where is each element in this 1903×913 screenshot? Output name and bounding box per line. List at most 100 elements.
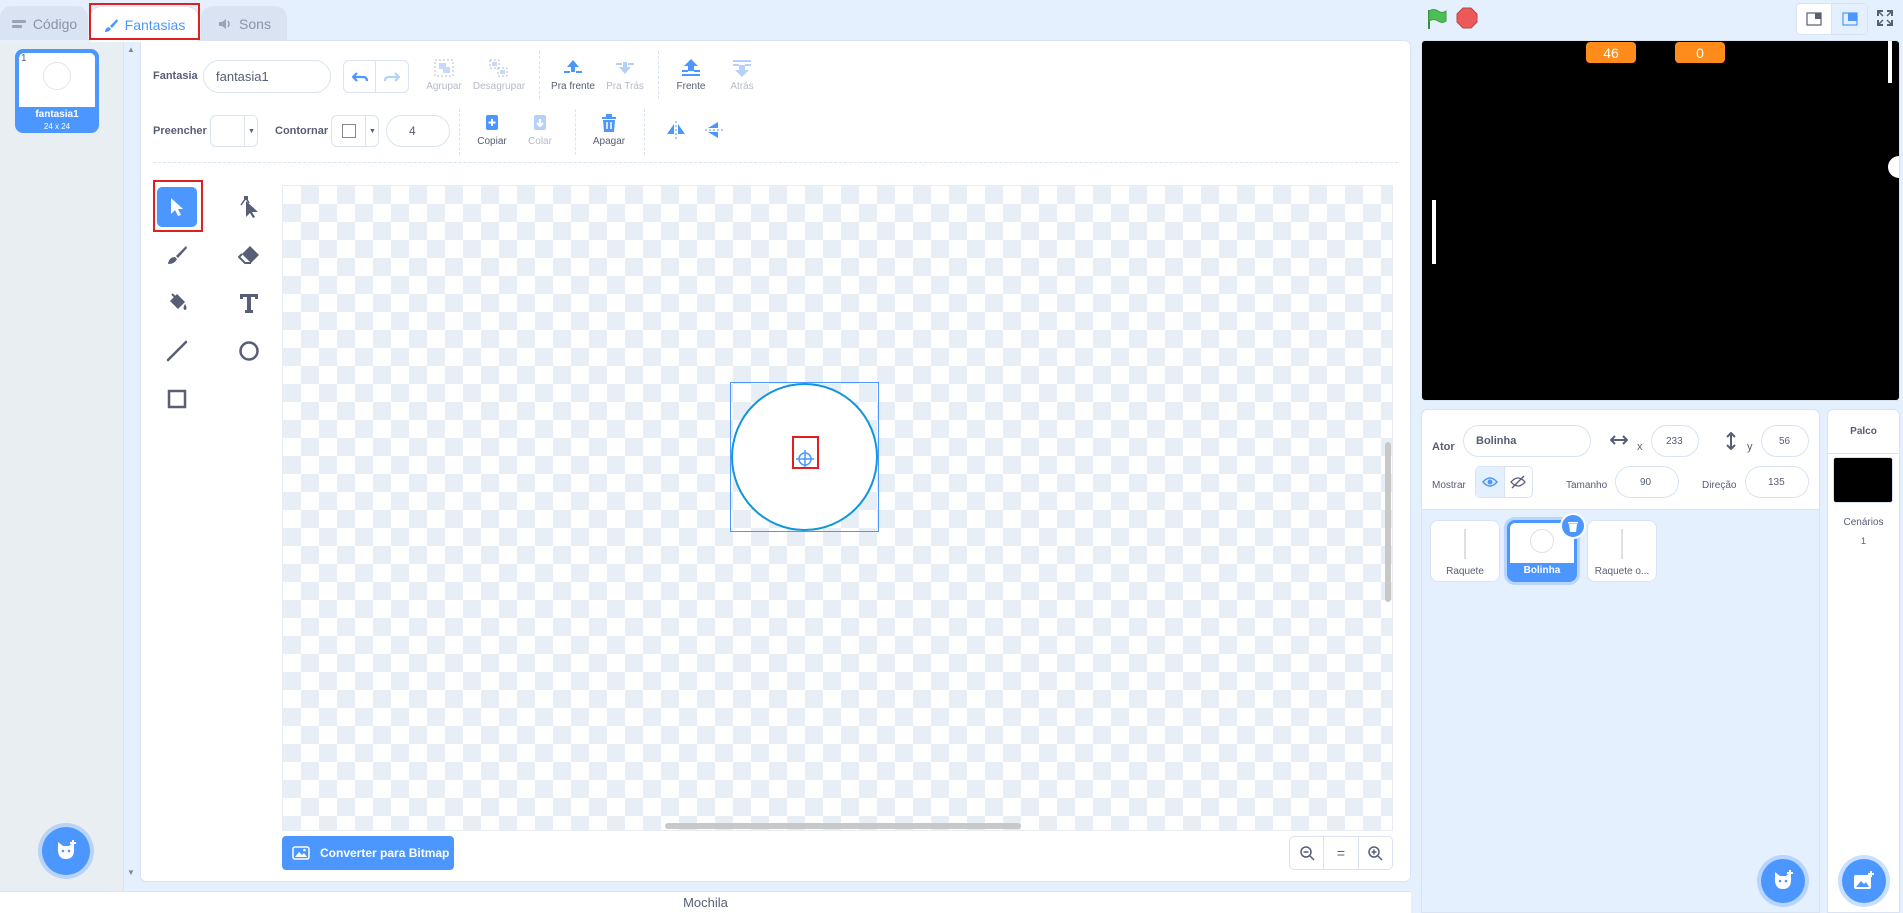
sprite-name-input[interactable]: Bolinha — [1463, 425, 1591, 457]
size-input[interactable]: 90 — [1615, 466, 1679, 498]
ball — [1888, 156, 1899, 178]
chevron-down-icon: ▼ — [369, 127, 376, 135]
costume-list-scrollbar[interactable] — [128, 44, 134, 874]
code-icon — [11, 18, 27, 30]
costume-list-scroll-down[interactable]: ▼ — [127, 868, 135, 877]
paint-editor: Fantasia fantasia1 Agrupar Desagrupar Pr… — [140, 40, 1411, 882]
x-input[interactable]: 233 — [1651, 425, 1699, 457]
trash-icon — [1567, 520, 1579, 532]
large-stage-button[interactable] — [1832, 4, 1867, 34]
costume-list: 1 fantasia1 24 x 24 — [0, 42, 124, 892]
delete-sprite-button[interactable] — [1560, 513, 1586, 539]
crosshair-icon[interactable] — [795, 449, 815, 469]
outline-width-input[interactable]: 4 — [386, 115, 450, 147]
backward-button[interactable]: Pra Trás — [601, 58, 649, 92]
costume-list-scroll-up[interactable]: ▲ — [127, 45, 135, 54]
sprite-tile-raquete[interactable]: Raquete — [1430, 520, 1500, 582]
canvas-horizontal-scrollbar[interactable] — [665, 823, 1021, 829]
paint-canvas[interactable] — [282, 185, 1393, 831]
score-monitor-left[interactable]: 46 — [1586, 42, 1636, 63]
stop-icon[interactable] — [1456, 7, 1478, 29]
undo-icon — [351, 70, 368, 84]
tab-sounds[interactable]: Sons — [201, 6, 287, 40]
reshape-icon — [238, 195, 260, 219]
sprite-thumb-circle — [1530, 529, 1554, 553]
rectangle-icon — [166, 388, 188, 410]
stage[interactable]: 46 0 — [1421, 40, 1900, 401]
paste-button[interactable]: Colar — [516, 113, 564, 147]
hide-button[interactable] — [1505, 467, 1533, 497]
ungroup-button[interactable]: Desagrupar — [471, 58, 527, 92]
front-icon — [680, 58, 702, 78]
costume-name-input[interactable]: fantasia1 — [203, 60, 331, 93]
large-stage-icon — [1841, 12, 1858, 26]
choose-backdrop-button[interactable] — [1842, 859, 1886, 903]
fullscreen-icon[interactable] — [1876, 9, 1894, 27]
group-button[interactable]: Agrupar — [420, 58, 468, 92]
zoom-reset-button[interactable]: = — [1324, 837, 1359, 869]
zoom-in-icon — [1367, 845, 1383, 861]
choose-sprite-button[interactable] — [1761, 859, 1805, 903]
tab-costumes[interactable]: Fantasias — [89, 6, 199, 42]
direction-input[interactable]: 135 — [1745, 466, 1809, 498]
brush-icon — [103, 17, 119, 33]
front-label: Frente — [676, 81, 706, 92]
copy-button[interactable]: Copiar — [468, 113, 516, 147]
convert-bitmap-label: Converter para Bitmap — [320, 846, 450, 860]
divider — [644, 109, 645, 155]
x-label: x — [1637, 441, 1643, 453]
horizontal-arrows-icon — [1610, 434, 1628, 446]
select-tool[interactable] — [157, 187, 197, 227]
eraser-icon — [238, 244, 260, 266]
y-input[interactable]: 56 — [1761, 425, 1809, 457]
sprite-tile-raquete-2[interactable]: Raquete o... — [1587, 520, 1657, 582]
zoom-in-button[interactable] — [1359, 837, 1392, 869]
redo-icon — [384, 70, 400, 84]
tab-code[interactable]: Código — [0, 6, 88, 40]
text-icon — [238, 292, 260, 314]
rectangle-tool[interactable] — [157, 379, 197, 419]
text-tool[interactable] — [229, 283, 269, 323]
tab-costumes-label: Fantasias — [124, 16, 186, 33]
direction-label: Direção — [1702, 480, 1737, 491]
group-icon — [433, 58, 455, 78]
fill-color-picker[interactable]: ▼ — [210, 115, 258, 147]
fill-tool[interactable] — [157, 283, 197, 323]
reshape-tool[interactable] — [229, 187, 269, 227]
forward-icon — [562, 58, 584, 78]
group-label: Agrupar — [426, 81, 462, 92]
costume-item[interactable]: 1 fantasia1 24 x 24 — [15, 49, 99, 133]
circle-tool[interactable] — [229, 331, 269, 371]
front-button[interactable]: Frente — [667, 58, 715, 92]
back-button[interactable]: Atrás — [718, 58, 766, 92]
undo-button[interactable] — [344, 61, 377, 92]
line-tool[interactable] — [157, 331, 197, 371]
layout-toggle — [1796, 3, 1868, 35]
choose-costume-button[interactable] — [42, 827, 90, 875]
delete-button[interactable]: Apagar — [585, 113, 633, 147]
convert-bitmap-button[interactable]: Converter para Bitmap — [282, 836, 454, 870]
eye-slash-icon — [1510, 475, 1527, 489]
canvas-vertical-scrollbar[interactable] — [1385, 442, 1391, 602]
zoom-out-icon — [1299, 845, 1315, 861]
outline-color-picker[interactable]: ▼ — [331, 115, 379, 147]
eraser-tool[interactable] — [229, 235, 269, 275]
small-stage-button[interactable] — [1797, 4, 1833, 34]
brush-tool[interactable] — [157, 235, 197, 275]
score-monitor-right[interactable]: 0 — [1675, 42, 1725, 63]
backdrops-count: 1 — [1860, 536, 1866, 546]
green-flag-icon[interactable] — [1424, 7, 1448, 31]
stage-header-divider — [1828, 453, 1899, 454]
flip-horizontal-icon[interactable] — [665, 120, 687, 140]
backdrop-thumb[interactable] — [1833, 457, 1893, 503]
brush-icon — [166, 244, 188, 266]
backpack-bar[interactable]: Mochila — [0, 891, 1411, 913]
forward-button[interactable]: Pra frente — [549, 58, 597, 92]
show-button[interactable] — [1476, 467, 1505, 497]
zoom-out-button[interactable] — [1290, 837, 1325, 869]
sprite-thumb — [1464, 529, 1466, 559]
redo-button[interactable] — [376, 61, 408, 92]
flip-vertical-icon[interactable] — [704, 120, 726, 140]
outline-label: Contornar — [275, 125, 329, 137]
stage-selector[interactable]: Palco Cenários 1 — [1827, 409, 1900, 913]
